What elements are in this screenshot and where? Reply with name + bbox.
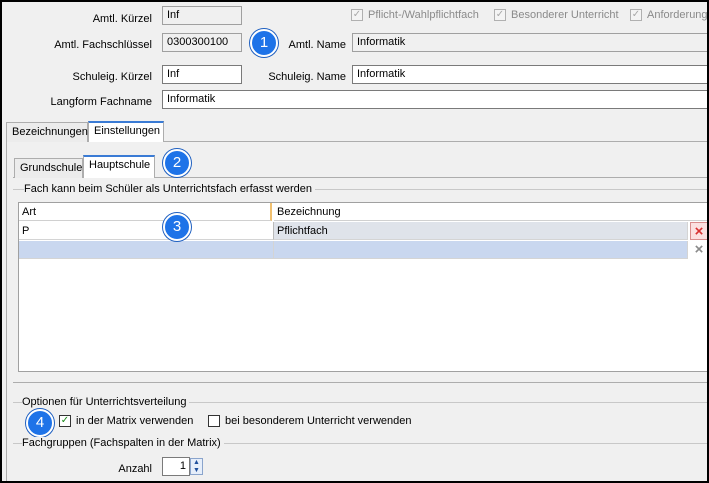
amtl-kuerzel-field: Inf (162, 6, 242, 25)
amtl-name-field: Informatik (352, 33, 707, 52)
schuleig-kuerzel-input[interactable]: Inf (162, 65, 242, 84)
spin-up-icon[interactable]: ▲ (191, 459, 202, 467)
amtl-name-label: Amtl. Name (288, 39, 346, 51)
delete-row-icon[interactable]: × (690, 222, 707, 240)
fach-settings-window: Amtl. Kürzel Inf ✓ Pflicht-/Wahlpflichtf… (0, 0, 709, 483)
column-header-art[interactable]: Art (19, 203, 272, 221)
tab-grundschule[interactable]: Grundschule (14, 158, 83, 178)
schuleig-kuerzel-label: Schuleig. Kürzel (72, 71, 153, 83)
checked-box-icon: ✓ (59, 415, 71, 427)
fach-group-title: Fach kann beim Schüler als Unterrichtsfa… (24, 183, 315, 195)
fachgruppen-group-title: Fachgruppen (Fachspalten in der Matrix) (22, 437, 224, 449)
spin-down-icon[interactable]: ▼ (191, 467, 202, 475)
column-header-bezeichnung[interactable]: Bezeichnung (274, 203, 707, 221)
cell-bezeichnung[interactable]: Pflichtfach (274, 222, 688, 240)
schuleig-name-label: Schuleig. Name (268, 71, 346, 83)
amtl-kuerzel-label: Amtl. Kürzel (92, 13, 152, 25)
checkbox-icon: ✓ (630, 9, 642, 21)
tab-bezeichnungen[interactable]: Bezeichnungen (6, 122, 88, 142)
checkbox-icon: ✓ (494, 9, 506, 21)
panel-divider (13, 382, 707, 383)
fach-art-grid[interactable]: Art Bezeichnung P Pflichtfach × × (18, 202, 707, 372)
anforderung-label: Anforderung (647, 9, 708, 21)
besonderer-unterricht-checkbox[interactable]: ✓ Besonderer Unterricht (494, 9, 619, 21)
besonderer-unterricht-verwenden-checkbox[interactable]: bei besonderem Unterricht verwenden (208, 415, 412, 427)
cell-art[interactable]: P (19, 222, 274, 240)
langform-label: Langform Fachname (50, 96, 153, 108)
delete-row-disabled-icon: × (694, 241, 704, 258)
amtl-fachschluessel-field: 0300300100 (162, 33, 242, 52)
step-badge-2: 2 (163, 149, 191, 177)
cell-art-new[interactable] (19, 241, 274, 259)
step-badge-4: 4 (26, 409, 54, 437)
amtl-fachschluessel-label: Amtl. Fachschlüssel (54, 39, 152, 51)
tab-hauptschule[interactable]: Hauptschule (83, 155, 155, 178)
anzahl-label: Anzahl (118, 463, 152, 475)
besonderer-unterricht-label: Besonderer Unterricht (511, 9, 619, 21)
optionen-group-title: Optionen für Unterrichtsverteilung (22, 396, 190, 408)
langform-input[interactable]: Informatik (162, 90, 707, 109)
matrix-verwenden-label: in der Matrix verwenden (76, 415, 194, 427)
anzahl-spinner[interactable]: ▲ ▼ (190, 458, 203, 475)
anforderung-checkbox[interactable]: ✓ Anforderung (630, 9, 708, 21)
tab-einstellungen[interactable]: Einstellungen (88, 121, 164, 142)
step-badge-3: 3 (163, 213, 191, 241)
unchecked-box-icon (208, 415, 220, 427)
cell-bezeichnung-new[interactable] (274, 241, 688, 259)
checkbox-icon: ✓ (351, 9, 363, 21)
matrix-verwenden-checkbox[interactable]: ✓ in der Matrix verwenden (59, 415, 193, 427)
pflicht-wahlpflicht-checkbox[interactable]: ✓ Pflicht-/Wahlpflichtfach (351, 9, 479, 21)
schuleig-name-input[interactable]: Informatik (352, 65, 707, 84)
anzahl-input[interactable]: 1 (162, 457, 190, 476)
besonderer-unterricht-verwenden-label: bei besonderem Unterricht verwenden (225, 415, 412, 427)
pflicht-wahlpflicht-label: Pflicht-/Wahlpflichtfach (368, 9, 479, 21)
